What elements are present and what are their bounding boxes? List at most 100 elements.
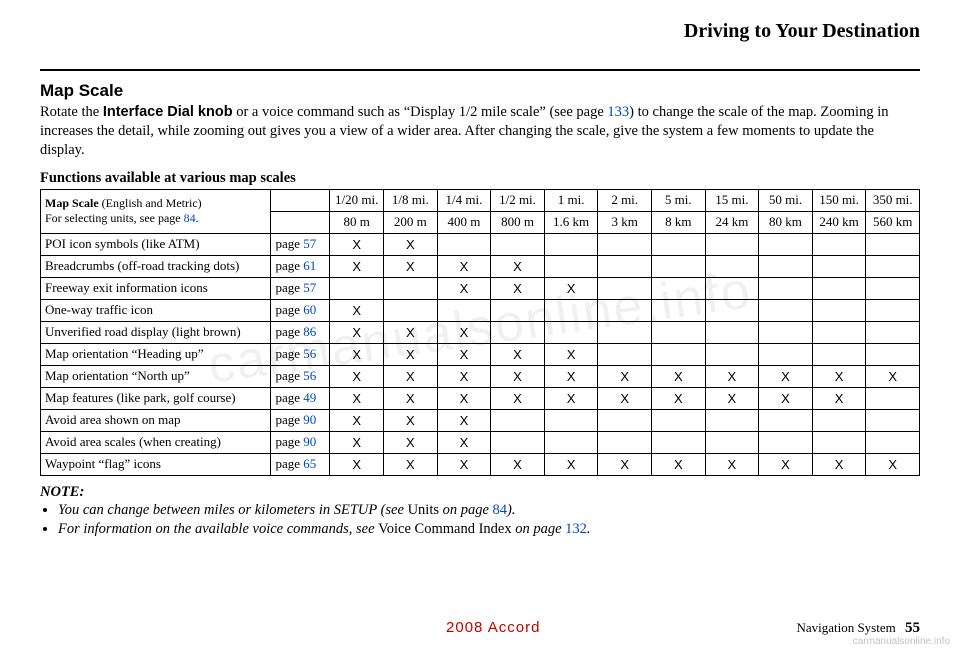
- feature-label: Avoid area scales (when creating): [41, 431, 271, 453]
- feature-cell: X: [384, 453, 438, 475]
- scale-header-en: 1/4 mi.: [437, 189, 491, 211]
- feature-cell: [437, 233, 491, 255]
- table-row: Map features (like park, golf course)pag…: [41, 387, 920, 409]
- page-link[interactable]: 90: [303, 412, 316, 427]
- feature-page: page 60: [271, 299, 330, 321]
- scale-header-km: 240 km: [812, 211, 866, 233]
- feature-cell: [437, 299, 491, 321]
- feature-cell: [598, 277, 652, 299]
- feature-cell: X: [437, 255, 491, 277]
- feature-cell: [384, 299, 438, 321]
- page-link[interactable]: 132: [565, 521, 587, 537]
- feature-cell: X: [812, 387, 866, 409]
- feature-cell: X: [598, 365, 652, 387]
- feature-cell: [651, 255, 705, 277]
- feature-cell: [598, 321, 652, 343]
- feature-cell: [705, 277, 759, 299]
- page-link[interactable]: 57: [303, 236, 316, 251]
- feature-cell: X: [651, 453, 705, 475]
- feature-cell: [598, 431, 652, 453]
- header-rule: [40, 69, 920, 71]
- page-link[interactable]: 61: [303, 258, 316, 273]
- feature-cell: X: [544, 277, 598, 299]
- feature-page: page 61: [271, 255, 330, 277]
- page-link[interactable]: 90: [303, 434, 316, 449]
- feature-cell: X: [330, 299, 384, 321]
- feature-cell: [812, 255, 866, 277]
- scale-header-km: 24 km: [705, 211, 759, 233]
- feature-cell: [705, 343, 759, 365]
- feature-cell: [651, 409, 705, 431]
- feature-cell: [651, 233, 705, 255]
- footer-page-number: 55: [905, 620, 920, 636]
- note-block: NOTE: You can change between miles or ki…: [40, 484, 920, 540]
- feature-cell: [705, 255, 759, 277]
- feature-cell: [866, 431, 920, 453]
- feature-cell: X: [866, 365, 920, 387]
- feature-label: Avoid area shown on map: [41, 409, 271, 431]
- feature-cell: X: [491, 387, 545, 409]
- feature-cell: X: [812, 453, 866, 475]
- feature-cell: X: [759, 365, 813, 387]
- note-list: You can change between miles or kilomete…: [58, 501, 920, 540]
- feature-cell: [705, 409, 759, 431]
- feature-cell: X: [544, 453, 598, 475]
- note-item: For information on the available voice c…: [58, 520, 920, 540]
- footer-right: Navigation System 55: [796, 620, 920, 637]
- feature-cell: X: [544, 365, 598, 387]
- feature-cell: [544, 299, 598, 321]
- feature-cell: X: [384, 387, 438, 409]
- feature-cell: [330, 277, 384, 299]
- scale-header-km: 1.6 km: [544, 211, 598, 233]
- feature-cell: X: [384, 431, 438, 453]
- feature-cell: X: [437, 409, 491, 431]
- table-head-label: Map Scale (English and Metric)For select…: [41, 189, 271, 233]
- feature-cell: [651, 277, 705, 299]
- feature-cell: [598, 233, 652, 255]
- page-link[interactable]: 84: [184, 211, 196, 225]
- note-item: You can change between miles or kilomete…: [58, 501, 920, 521]
- feature-label: Map orientation “Heading up”: [41, 343, 271, 365]
- feature-cell: [491, 299, 545, 321]
- body-text: Rotate the: [40, 104, 103, 120]
- feature-cell: X: [384, 255, 438, 277]
- feature-cell: X: [330, 255, 384, 277]
- feature-cell: X: [330, 321, 384, 343]
- feature-label: Map orientation “North up”: [41, 365, 271, 387]
- feature-cell: [759, 343, 813, 365]
- table-row: Freeway exit information iconspage 57XXX: [41, 277, 920, 299]
- feature-cell: X: [705, 387, 759, 409]
- feature-label: Unverified road display (light brown): [41, 321, 271, 343]
- page-link[interactable]: 84: [493, 502, 508, 518]
- feature-cell: X: [437, 387, 491, 409]
- page-link[interactable]: 133: [607, 104, 629, 120]
- scale-header-km: 560 km: [866, 211, 920, 233]
- feature-cell: [491, 409, 545, 431]
- page-link[interactable]: 49: [303, 390, 316, 405]
- feature-cell: [651, 343, 705, 365]
- feature-cell: [866, 233, 920, 255]
- page-link[interactable]: 57: [303, 280, 316, 295]
- feature-page: page 57: [271, 277, 330, 299]
- feature-cell: X: [812, 365, 866, 387]
- feature-cell: X: [330, 453, 384, 475]
- scale-header-en: 5 mi.: [651, 189, 705, 211]
- page-link[interactable]: 56: [303, 346, 316, 361]
- feature-cell: [866, 321, 920, 343]
- page-link[interactable]: 65: [303, 456, 316, 471]
- feature-cell: X: [705, 365, 759, 387]
- table-row: Map orientation “North up”page 56XXXXXXX…: [41, 365, 920, 387]
- scale-header-km: 400 m: [437, 211, 491, 233]
- feature-cell: X: [384, 409, 438, 431]
- page-link[interactable]: 60: [303, 302, 316, 317]
- page-link[interactable]: 56: [303, 368, 316, 383]
- feature-label: One-way traffic icon: [41, 299, 271, 321]
- feature-cell: X: [651, 387, 705, 409]
- feature-cell: [705, 321, 759, 343]
- scale-header-en: 15 mi.: [705, 189, 759, 211]
- page-link[interactable]: 86: [303, 324, 316, 339]
- scale-header-en: 150 mi.: [812, 189, 866, 211]
- scale-header-km: 3 km: [598, 211, 652, 233]
- feature-cell: [598, 343, 652, 365]
- feature-cell: [812, 233, 866, 255]
